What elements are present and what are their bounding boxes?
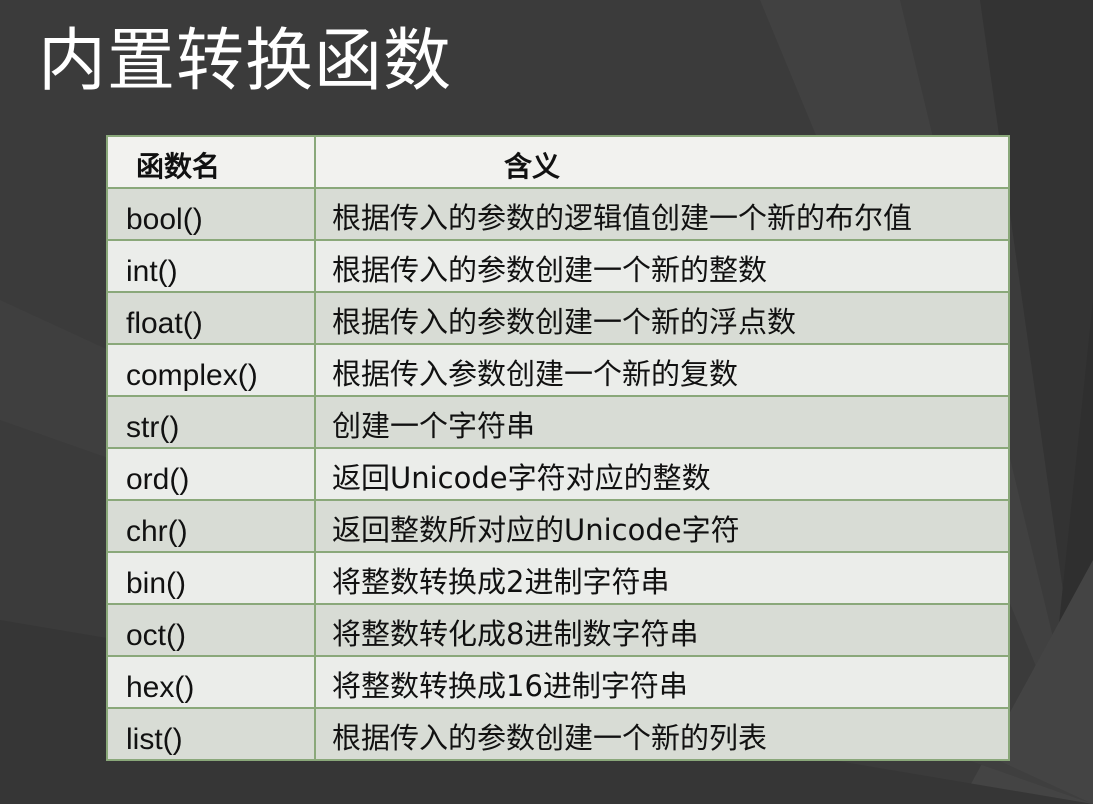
table-row: float() 根据传入的参数创建一个新的浮点数 [106,291,1010,345]
table-row: str() 创建一个字符串 [106,395,1010,449]
function-name-cell: ord() [106,447,316,501]
function-name-cell: hex() [106,655,316,709]
function-desc-cell: 根据传入的参数创建一个新的整数 [314,239,1010,293]
table-row: chr() 返回整数所对应的Unicode字符 [106,499,1010,553]
function-desc-cell: 将整数转换成16进制字符串 [314,655,1010,709]
function-desc-cell: 将整数转换成2进制字符串 [314,551,1010,605]
function-name-cell: bin() [106,551,316,605]
table-row: hex() 将整数转换成16进制字符串 [106,655,1010,709]
column-header-name: 函数名 [106,135,316,189]
function-table: 函数名 含义 bool() 根据传入的参数的逻辑值创建一个新的布尔值 int()… [106,135,1010,761]
function-desc-cell: 返回整数所对应的Unicode字符 [314,499,1010,553]
function-desc-cell: 将整数转化成8进制数字符串 [314,603,1010,657]
function-name-cell: complex() [106,343,316,397]
table-row: complex() 根据传入参数创建一个新的复数 [106,343,1010,397]
function-name-cell: bool() [106,187,316,241]
table-header-row: 函数名 含义 [106,135,1010,189]
function-desc-cell: 根据传入的参数创建一个新的浮点数 [314,291,1010,345]
function-desc-cell: 根据传入的参数创建一个新的列表 [314,707,1010,761]
function-desc-cell: 创建一个字符串 [314,395,1010,449]
function-name-cell: float() [106,291,316,345]
function-name-cell: str() [106,395,316,449]
function-name-cell: list() [106,707,316,761]
function-name-cell: chr() [106,499,316,553]
function-desc-cell: 根据传入参数创建一个新的复数 [314,343,1010,397]
table-row: ord() 返回Unicode字符对应的整数 [106,447,1010,501]
table-row: int() 根据传入的参数创建一个新的整数 [106,239,1010,293]
table-row: bool() 根据传入的参数的逻辑值创建一个新的布尔值 [106,187,1010,241]
table-row: list() 根据传入的参数创建一个新的列表 [106,707,1010,761]
column-header-meaning: 含义 [314,135,1010,189]
page-title: 内置转换函数 [38,22,453,101]
table-row: oct() 将整数转化成8进制数字符串 [106,603,1010,657]
function-desc-cell: 根据传入的参数的逻辑值创建一个新的布尔值 [314,187,1010,241]
function-name-cell: int() [106,239,316,293]
function-table-container: 函数名 含义 bool() 根据传入的参数的逻辑值创建一个新的布尔值 int()… [106,135,1010,761]
function-desc-cell: 返回Unicode字符对应的整数 [314,447,1010,501]
function-name-cell: oct() [106,603,316,657]
table-row: bin() 将整数转换成2进制字符串 [106,551,1010,605]
